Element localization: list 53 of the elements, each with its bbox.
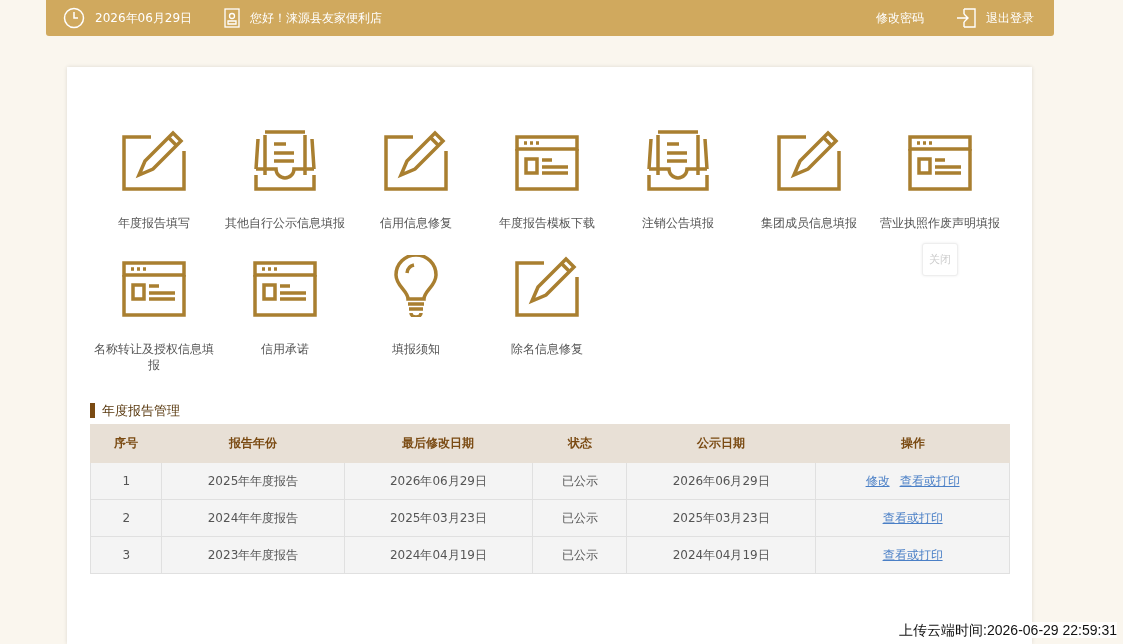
table-cell: 2025年03月23日 — [344, 499, 533, 537]
browser-window-icon — [513, 135, 580, 191]
function-tile[interactable]: 除名信息修复 — [481, 255, 612, 373]
table-cell: 2024年04月19日 — [626, 536, 816, 574]
table-cell: 2026年06月29日 — [626, 462, 816, 500]
function-tile[interactable]: 其他自行公示信息填报 — [219, 129, 350, 231]
action-link[interactable]: 查看或打印 — [882, 547, 943, 562]
action-link[interactable]: 查看或打印 — [882, 510, 943, 525]
table-cell: 2024年04月19日 — [344, 536, 533, 574]
function-tile[interactable]: 信用信息修复 — [350, 129, 481, 231]
table-cell: 已公示 — [532, 499, 627, 537]
edit-icon — [120, 129, 187, 191]
logout-icon[interactable] — [956, 8, 976, 28]
function-tile[interactable]: 集团成员信息填报 — [743, 129, 874, 231]
table-cell: 已公示 — [532, 462, 627, 500]
table-cell: 2023年年度报告 — [162, 536, 345, 574]
user-badge-icon — [224, 8, 241, 28]
table-cell: 2024年年度报告 — [162, 499, 345, 537]
function-tile[interactable]: 年度报告填写 — [88, 129, 219, 231]
edit-icon — [513, 255, 580, 317]
table-cell: 1 — [90, 462, 162, 500]
column-header: 报告年份 — [162, 424, 345, 463]
column-header: 状态 — [532, 424, 627, 463]
table-cell: 2025年03月23日 — [626, 499, 816, 537]
light-bulb-icon — [392, 255, 439, 317]
section-title: 年度报告管理 — [90, 403, 180, 418]
table-cell: 已公示 — [532, 536, 627, 574]
inbox-icon — [644, 129, 711, 191]
function-tile[interactable]: 年度报告模板下载 — [481, 129, 612, 231]
action-link[interactable]: 修改 — [865, 473, 890, 488]
function-tile[interactable]: 填报须知 — [350, 255, 481, 373]
current-date: 2026年06月29日 — [95, 9, 193, 27]
function-tile[interactable]: 信用承诺 — [219, 255, 350, 373]
action-link[interactable]: 查看或打印 — [899, 473, 960, 488]
upload-timestamp: 上传云端时间:2026-06-29 22:59:31 — [899, 622, 1117, 638]
function-tile[interactable]: 注销公告填报 — [612, 129, 743, 231]
column-header: 最后修改日期 — [344, 424, 533, 463]
table-cell: 3 — [90, 536, 162, 574]
edit-icon — [382, 129, 449, 191]
function-tile[interactable]: 名称转让及授权信息填报 — [88, 255, 219, 373]
column-header: 操作 — [815, 424, 1010, 463]
clock-icon — [63, 7, 85, 29]
edit-icon — [775, 129, 842, 191]
inbox-icon — [251, 129, 318, 191]
table-cell: 2 — [90, 499, 162, 537]
greeting-text: 您好！涞源县友家便利店 — [250, 9, 383, 27]
browser-window-icon — [906, 135, 973, 191]
table-cell: 2026年06月29日 — [344, 462, 533, 500]
browser-window-icon — [120, 261, 187, 317]
column-header: 公示日期 — [626, 424, 816, 463]
table-cell: 2025年年度报告 — [162, 462, 345, 500]
browser-window-icon — [251, 261, 318, 317]
column-header: 序号 — [90, 424, 162, 463]
